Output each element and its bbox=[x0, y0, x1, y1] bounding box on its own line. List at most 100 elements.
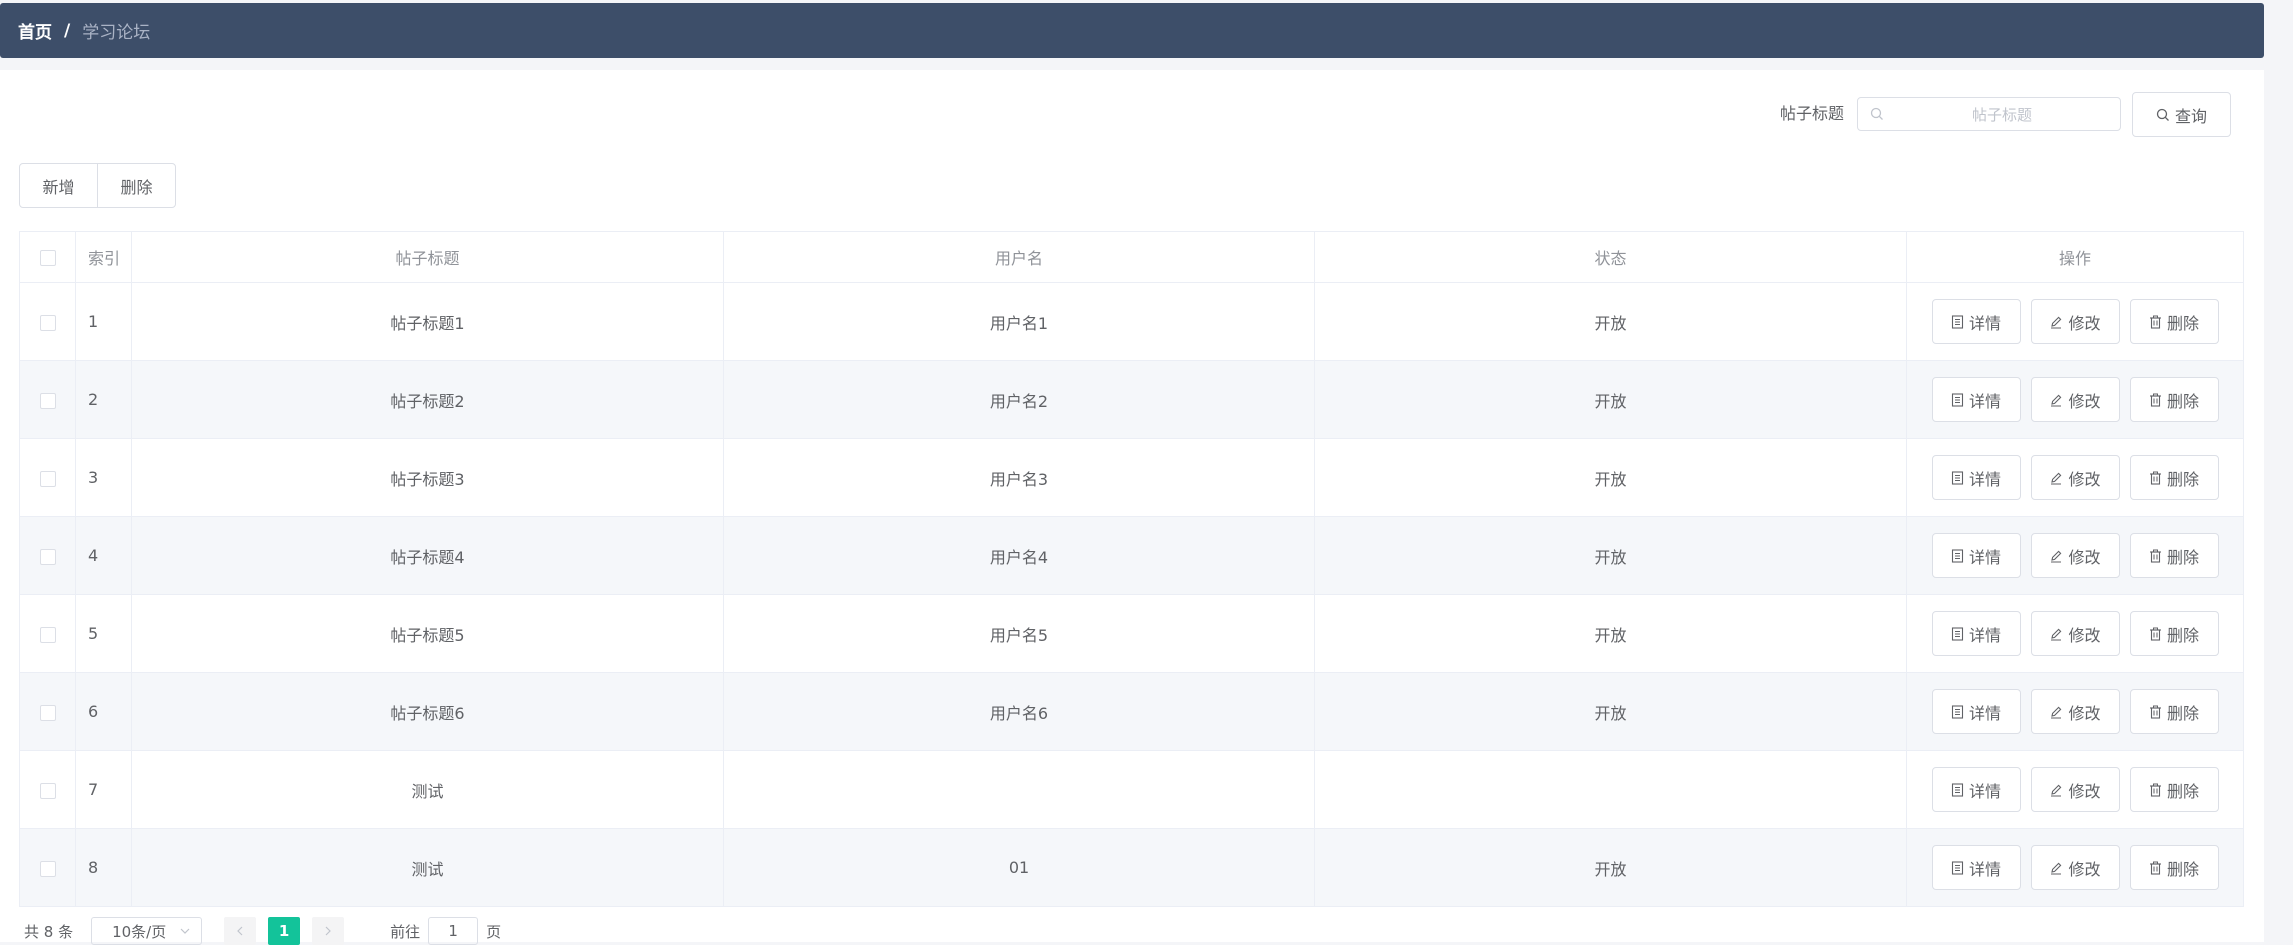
detail-button[interactable]: 详情 bbox=[1931, 767, 2021, 812]
table-row: 2 帖子标题2 用户名2 开放 详情 修改 删除 bbox=[19, 360, 2244, 439]
edit-button[interactable]: 修改 bbox=[2030, 299, 2120, 344]
detail-button-label: 详情 bbox=[1968, 313, 2001, 333]
breadcrumb-home[interactable]: 首页 bbox=[18, 18, 52, 43]
edit-icon bbox=[2051, 628, 2062, 640]
search-label: 帖子标题 bbox=[1780, 104, 1845, 123]
delete-button-label: 删除 bbox=[2166, 547, 2199, 567]
delete-button[interactable]: 删除 bbox=[2129, 299, 2219, 344]
row-select-cell bbox=[19, 672, 76, 751]
delete-button[interactable]: 删除 bbox=[2129, 533, 2219, 578]
detail-button[interactable]: 详情 bbox=[1931, 455, 2021, 500]
edit-icon bbox=[2051, 784, 2062, 796]
header-actions: 操作 bbox=[1906, 231, 2244, 283]
row-checkbox[interactable] bbox=[39, 626, 56, 643]
detail-button[interactable]: 详情 bbox=[1931, 299, 2021, 344]
row-title: 帖子标题1 bbox=[131, 282, 724, 361]
page-suffix: 页 bbox=[486, 922, 502, 941]
detail-button[interactable]: 详情 bbox=[1931, 533, 2021, 578]
row-title: 帖子标题3 bbox=[131, 438, 724, 517]
row-status: 开放 bbox=[1314, 282, 1907, 361]
document-icon bbox=[1951, 704, 1964, 719]
row-checkbox[interactable] bbox=[39, 392, 56, 409]
row-status: 开放 bbox=[1314, 672, 1907, 751]
row-status: 开放 bbox=[1314, 360, 1907, 439]
detail-button[interactable]: 详情 bbox=[1931, 611, 2021, 656]
row-index: 1 bbox=[75, 282, 132, 361]
edit-button[interactable]: 修改 bbox=[2030, 455, 2120, 500]
add-button[interactable]: 新增 bbox=[19, 163, 98, 208]
goto-label: 前往 bbox=[390, 922, 421, 941]
next-page-button[interactable] bbox=[312, 917, 345, 945]
edit-button[interactable]: 修改 bbox=[2030, 689, 2120, 734]
row-actions: 详情 修改 删除 bbox=[1906, 750, 2244, 829]
document-icon bbox=[1951, 470, 1964, 485]
trash-icon bbox=[2149, 627, 2161, 641]
trash-icon bbox=[2149, 705, 2161, 719]
row-status: 开放 bbox=[1314, 828, 1907, 907]
row-username: 01 bbox=[723, 828, 1315, 907]
query-button-label: 查询 bbox=[2174, 106, 2207, 126]
row-checkbox[interactable] bbox=[39, 860, 56, 877]
trash-icon bbox=[2149, 315, 2161, 329]
delete-button-label: 删除 bbox=[2166, 781, 2199, 801]
row-title: 帖子标题5 bbox=[131, 594, 724, 673]
row-checkbox[interactable] bbox=[39, 470, 56, 487]
edit-button[interactable]: 修改 bbox=[2030, 377, 2120, 422]
detail-button[interactable]: 详情 bbox=[1931, 689, 2021, 734]
row-index: 5 bbox=[75, 594, 132, 673]
edit-button[interactable]: 修改 bbox=[2030, 611, 2120, 656]
row-title: 测试 bbox=[131, 828, 724, 907]
row-status: 开放 bbox=[1314, 438, 1907, 517]
trash-icon bbox=[2149, 549, 2161, 563]
chevron-right-icon bbox=[325, 926, 331, 936]
search-field[interactable] bbox=[1857, 97, 2121, 132]
row-actions: 详情 修改 删除 bbox=[1906, 282, 2244, 361]
row-username: 用户名6 bbox=[723, 672, 1315, 751]
row-actions: 详情 修改 删除 bbox=[1906, 516, 2244, 595]
edit-icon bbox=[2051, 394, 2062, 406]
row-title: 帖子标题4 bbox=[131, 516, 724, 595]
row-title: 帖子标题6 bbox=[131, 672, 724, 751]
search-input[interactable] bbox=[1888, 98, 2116, 132]
select-all-checkbox[interactable] bbox=[39, 250, 56, 266]
row-checkbox[interactable] bbox=[39, 548, 56, 565]
edit-button-label: 修改 bbox=[2068, 625, 2101, 645]
row-username: 用户名2 bbox=[723, 360, 1315, 439]
row-status: 开放 bbox=[1314, 516, 1907, 595]
batch-delete-button[interactable]: 删除 bbox=[97, 163, 176, 208]
goto-page-input[interactable]: 1 bbox=[428, 917, 479, 945]
edit-button[interactable]: 修改 bbox=[2030, 845, 2120, 890]
edit-button[interactable]: 修改 bbox=[2030, 533, 2120, 578]
edit-icon bbox=[2051, 862, 2062, 874]
delete-button[interactable]: 删除 bbox=[2129, 689, 2219, 734]
delete-button[interactable]: 删除 bbox=[2129, 377, 2219, 422]
trash-icon bbox=[2149, 861, 2161, 875]
detail-button[interactable]: 详情 bbox=[1931, 845, 2021, 890]
select-all-cell bbox=[19, 231, 76, 283]
breadcrumb-bar: 首页 / 学习论坛 bbox=[0, 3, 2264, 58]
delete-button[interactable]: 删除 bbox=[2129, 455, 2219, 500]
edit-icon bbox=[2051, 316, 2062, 328]
row-checkbox[interactable] bbox=[39, 782, 56, 799]
edit-button-label: 修改 bbox=[2068, 469, 2101, 489]
edit-button-label: 修改 bbox=[2068, 859, 2101, 879]
document-icon bbox=[1951, 626, 1964, 641]
delete-button[interactable]: 删除 bbox=[2129, 767, 2219, 812]
edit-button[interactable]: 修改 bbox=[2030, 767, 2120, 812]
table-row: 4 帖子标题4 用户名4 开放 详情 修改 删除 bbox=[19, 516, 2244, 595]
row-checkbox[interactable] bbox=[39, 704, 56, 721]
query-button[interactable]: 查询 bbox=[2132, 92, 2231, 137]
page-number-current[interactable]: 1 bbox=[268, 917, 301, 945]
table-row: 7 测试 详情 修改 删除 bbox=[19, 750, 2244, 829]
delete-button[interactable]: 删除 bbox=[2129, 845, 2219, 890]
row-index: 8 bbox=[75, 828, 132, 907]
breadcrumb-separator: / bbox=[64, 20, 71, 41]
detail-button-label: 详情 bbox=[1968, 625, 2001, 645]
prev-page-button[interactable] bbox=[224, 917, 257, 945]
posts-table: 索引 帖子标题 用户名 状态 操作 1 帖子标题1 用户名1 开放 详情 修改 bbox=[19, 231, 2244, 907]
delete-button[interactable]: 删除 bbox=[2129, 611, 2219, 656]
document-icon bbox=[1951, 548, 1964, 563]
row-checkbox[interactable] bbox=[39, 314, 56, 331]
page-size-select[interactable]: 10条/页 bbox=[91, 917, 203, 945]
detail-button[interactable]: 详情 bbox=[1931, 377, 2021, 422]
